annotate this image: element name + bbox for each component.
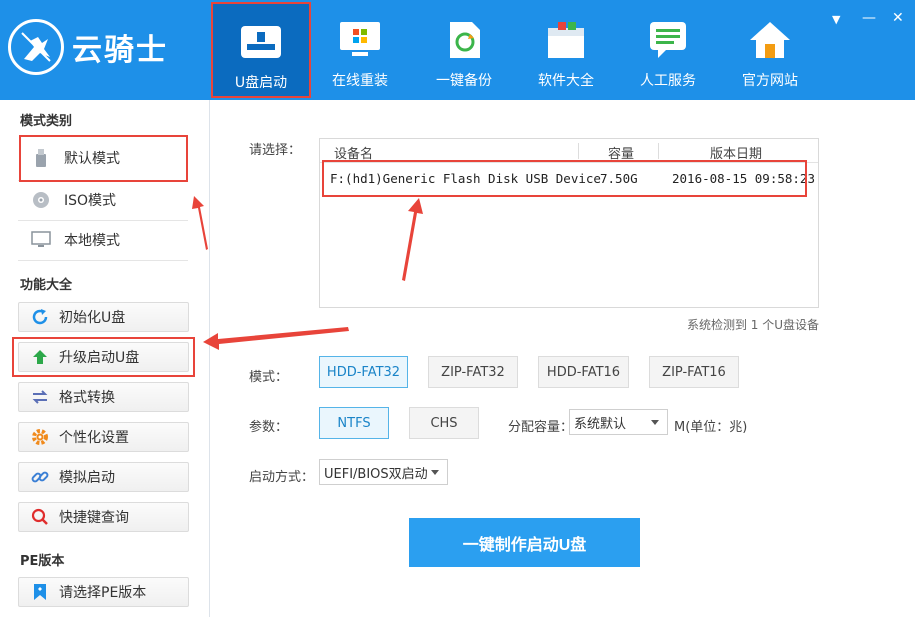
mode-option-zip-fat32[interactable]: ZIP-FAT32 xyxy=(428,356,518,388)
app-logo: 云骑士 xyxy=(8,14,198,80)
alloc-unit: M(单位：兆) xyxy=(674,420,748,435)
mode-option-zip-fat16[interactable]: ZIP-FAT16 xyxy=(649,356,739,388)
chevron-down-icon xyxy=(431,470,439,475)
column-separator xyxy=(578,143,579,159)
mode-default[interactable]: 默认模式 xyxy=(18,140,188,176)
arrow-to-upgrade xyxy=(203,327,349,350)
boot-mode-select[interactable]: UEFI/BIOS双启动 xyxy=(319,459,448,485)
usb-drive-icon xyxy=(238,22,284,62)
select-pe-button[interactable]: 请选择PE版本 xyxy=(18,577,189,607)
table-row[interactable]: F:(hd1)Generic Flash Disk USB Device 7.5… xyxy=(320,165,818,191)
alloc-label: 分配容量： xyxy=(508,420,574,435)
disc-icon xyxy=(30,189,52,211)
bookmark-icon xyxy=(31,583,49,601)
tab-usb-boot[interactable]: U盘启动 xyxy=(211,2,311,98)
refresh-icon xyxy=(31,308,49,326)
divider xyxy=(18,260,188,261)
menu-dropdown-icon[interactable]: ▼ xyxy=(832,13,840,26)
column-version-date: 版本日期 xyxy=(710,147,763,162)
table-header: 设备名 容量 版本日期 xyxy=(320,139,818,163)
date-cell: 2016-08-15 09:58:23 xyxy=(672,171,815,186)
upgrade-usb-button[interactable]: 升级启动U盘 xyxy=(18,342,189,372)
header-bar: 云骑士 U盘启动 在线重装 一键备份 软件大全 人工服务 官方网站 ▼ — ✕ xyxy=(0,0,915,100)
mode-option-hdd-fat32[interactable]: HDD-FAT32 xyxy=(319,356,408,388)
mode-section-title: 模式类别 xyxy=(20,114,73,129)
tab-software[interactable]: 软件大全 xyxy=(516,0,616,100)
boot-mode-label: 启动方式： xyxy=(249,470,315,485)
param-option-chs[interactable]: CHS xyxy=(409,407,479,439)
link-icon xyxy=(31,468,49,486)
tab-website[interactable]: 官方网站 xyxy=(720,0,820,100)
software-box-icon xyxy=(543,20,589,60)
tab-service[interactable]: 人工服务 xyxy=(618,0,718,100)
divider xyxy=(18,220,188,221)
minimize-icon[interactable]: — xyxy=(862,10,876,26)
usb-stick-icon xyxy=(30,147,52,169)
search-icon xyxy=(31,508,49,526)
backup-file-icon xyxy=(441,20,487,60)
sidebar: 模式类别 默认模式 ISO模式 本地模式 功能大全 初始化U盘 升级启动U盘 格… xyxy=(0,100,210,617)
monitor-icon xyxy=(30,229,52,251)
monitor-windows-icon xyxy=(337,20,383,60)
personalize-button[interactable]: 个性化设置 xyxy=(18,422,189,452)
simulate-boot-button[interactable]: 模拟启动 xyxy=(18,462,189,492)
close-icon[interactable]: ✕ xyxy=(892,10,904,26)
pe-section-title: PE版本 xyxy=(20,554,65,569)
format-convert-button[interactable]: 格式转换 xyxy=(18,382,189,412)
chevron-down-icon xyxy=(651,420,659,425)
make-boot-usb-button[interactable]: 一键制作启动U盘 xyxy=(409,518,640,567)
column-capacity: 容量 xyxy=(608,147,635,162)
param-option-ntfs[interactable]: NTFS xyxy=(319,407,389,439)
mode-label: 模式： xyxy=(249,370,289,385)
tab-one-key-backup[interactable]: 一键备份 xyxy=(414,0,514,100)
home-icon xyxy=(747,20,793,60)
column-device-name: 设备名 xyxy=(334,147,374,162)
param-label: 参数： xyxy=(249,420,289,435)
mode-local[interactable]: 本地模式 xyxy=(18,222,188,258)
alloc-select[interactable]: 系统默认 xyxy=(569,409,668,435)
divider xyxy=(18,180,188,181)
swap-icon xyxy=(31,388,49,406)
column-separator xyxy=(658,143,659,159)
device-table: 设备名 容量 版本日期 F:(hd1)Generic Flash Disk US… xyxy=(319,138,819,308)
chat-service-icon xyxy=(645,20,691,60)
mode-option-hdd-fat16[interactable]: HDD-FAT16 xyxy=(538,356,629,388)
mode-iso[interactable]: ISO模式 xyxy=(18,182,188,218)
gear-icon xyxy=(31,428,49,446)
device-select-label: 请选择： xyxy=(249,143,302,158)
function-section-title: 功能大全 xyxy=(20,278,73,293)
app-title: 云骑士 xyxy=(72,33,168,68)
init-usb-button[interactable]: 初始化U盘 xyxy=(18,302,189,332)
tab-online-reinstall[interactable]: 在线重装 xyxy=(310,0,410,100)
arrow-up-icon xyxy=(31,348,49,366)
hotkey-query-button[interactable]: 快捷键查询 xyxy=(18,502,189,532)
detect-status: 系统检测到 1 个U盘设备 xyxy=(686,318,819,332)
device-name-cell: F:(hd1)Generic Flash Disk USB Device xyxy=(330,171,601,186)
knight-logo-icon xyxy=(8,19,64,75)
capacity-cell: 7.50G xyxy=(600,171,638,186)
